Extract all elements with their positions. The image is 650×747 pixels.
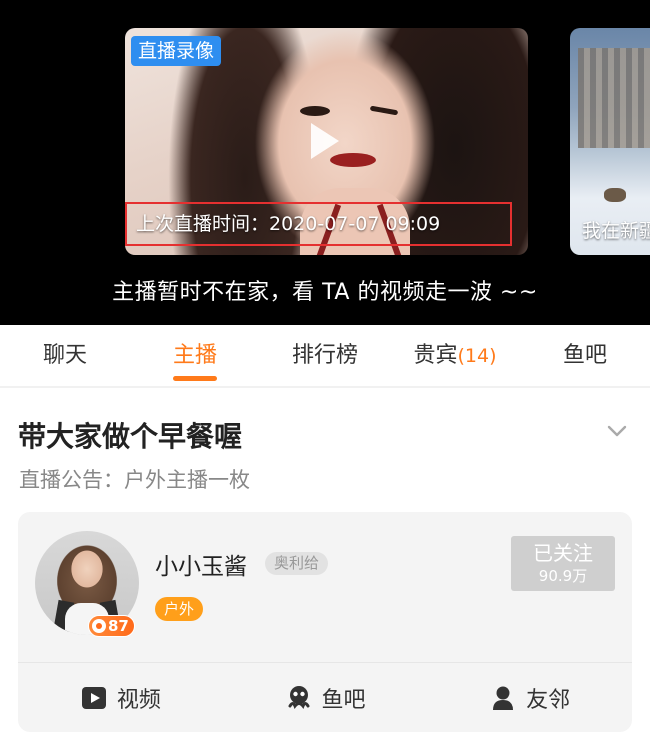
tab-label: 贵宾	[413, 343, 458, 368]
tab-label: 排行榜	[291, 343, 358, 368]
tab-anchor[interactable]: 主播	[130, 325, 260, 386]
fish-bar-button[interactable]: 鱼吧	[223, 663, 428, 732]
next-video-caption: 我在新疆	[582, 220, 650, 242]
thumbnail-detail	[604, 188, 626, 202]
tab-chat[interactable]: 聊天	[0, 325, 130, 386]
friend-icon	[493, 686, 514, 710]
fish-bar-icon	[288, 685, 309, 709]
level-value: 87	[108, 617, 129, 635]
action-label: 友邻	[526, 687, 571, 713]
action-label: 视频	[116, 687, 161, 713]
category-tag[interactable]: 户外	[155, 597, 204, 621]
tab-label: 主播	[172, 343, 217, 368]
tab-label: 鱼吧	[562, 343, 607, 368]
anchor-actions: 视频 鱼吧 友邻	[18, 663, 632, 732]
last-live-time: 上次直播时间：2020-07-07 09:09	[125, 202, 512, 246]
thumbnail-detail	[578, 48, 650, 148]
action-label: 鱼吧	[321, 687, 366, 713]
away-message: 主播暂时不在家，看 TA 的视频走一波 ~~	[112, 280, 538, 305]
follower-count: 90.9万	[538, 567, 588, 585]
level-icon	[92, 619, 106, 633]
chevron-down-icon[interactable]	[606, 420, 628, 442]
follow-label: 已关注	[533, 541, 593, 565]
level-badge: 87	[88, 615, 135, 637]
friends-button[interactable]: 友邻	[427, 663, 632, 732]
room-notice: 直播公告：户外主播一枚	[19, 468, 250, 492]
thumbnail-detail	[369, 105, 399, 116]
next-video-card[interactable]: 我在新疆	[570, 28, 650, 255]
vip-count: (14)	[457, 345, 497, 367]
replay-video-card[interactable]: 直播录像 上次直播时间：2020-07-07 09:09	[125, 28, 528, 255]
follow-button[interactable]: 已关注 90.9万	[511, 536, 615, 591]
tab-ranking[interactable]: 排行榜	[260, 325, 390, 386]
tab-fish-bar[interactable]: 鱼吧	[520, 325, 650, 386]
thumbnail-detail	[300, 106, 330, 116]
room-tabs: 聊天 主播 排行榜 贵宾(14) 鱼吧	[0, 325, 650, 388]
fan-badge: 奥利给	[265, 552, 329, 575]
video-icon	[81, 686, 106, 709]
replay-badge: 直播录像	[131, 36, 222, 66]
play-icon[interactable]	[311, 123, 339, 159]
videos-button[interactable]: 视频	[18, 663, 223, 732]
room-title: 带大家做个早餐喔	[18, 420, 243, 453]
video-area: 直播录像 上次直播时间：2020-07-07 09:09 我在新疆 主播暂时不在…	[0, 0, 650, 325]
anchor-card: 87 小小玉酱 奥利给 户外 已关注 90.9万 视频 鱼吧 友邻	[18, 512, 632, 732]
tab-vip[interactable]: 贵宾(14)	[390, 325, 520, 386]
tab-label: 聊天	[42, 343, 87, 368]
anchor-name[interactable]: 小小玉酱	[155, 547, 247, 581]
